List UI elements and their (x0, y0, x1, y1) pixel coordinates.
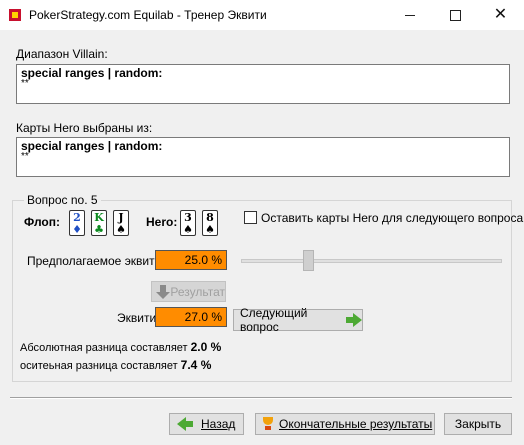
keep-hero-cards-label[interactable]: Оставить карты Hero для следующего вопро… (261, 211, 523, 225)
final-results-label: Окончательные результаты (279, 417, 433, 431)
window-title: PokerStrategy.com Equilab - Тренер Эквит… (29, 8, 267, 22)
hero-label: Hero: (146, 215, 178, 229)
villain-range-sub: ** (21, 78, 29, 89)
question-legend: Вопрос no. 5 (24, 193, 101, 207)
close-button-label: Закрыть (454, 417, 502, 431)
flop-card-2: K ♣ (91, 210, 107, 236)
flop-card-1: 2 ♦ (69, 210, 85, 236)
equity-label: Эквити: (117, 311, 160, 325)
absolute-difference-label: Абсолютная разница составляет (20, 342, 188, 354)
close-button[interactable]: Закрыть (444, 413, 512, 435)
next-question-label: Следующий вопрос (240, 306, 308, 334)
maximize-button[interactable] (433, 0, 478, 30)
relative-difference-value: 7.4 % (180, 358, 212, 372)
keep-hero-cards-checkbox[interactable] (244, 211, 257, 224)
next-question-button[interactable]: Следующий вопрос (233, 306, 363, 334)
spade-icon: ♠ (205, 223, 215, 236)
minimize-button[interactable] (387, 0, 432, 30)
final-results-button[interactable]: Окончательные результаты (255, 413, 435, 435)
hero-card-2: 8 ♠ (202, 210, 218, 236)
hero-range-sub: ** (21, 151, 29, 162)
relative-difference: оситеьная разница составляет 7.4 % (20, 358, 211, 372)
flop-card-3: J ♠ (113, 210, 129, 236)
trophy-icon (262, 417, 274, 431)
flop-label: Флоп: (24, 215, 60, 229)
estimated-equity-input[interactable]: 25.0 % (155, 250, 227, 270)
minimize-icon (404, 14, 415, 16)
app-icon (9, 9, 21, 21)
result-button-label: Результат (170, 284, 225, 299)
equity-slider-track[interactable] (241, 259, 502, 263)
maximize-icon (450, 9, 461, 21)
club-icon: ♣ (94, 223, 104, 236)
diamond-icon: ♦ (72, 223, 82, 236)
equity-result-field: 27.0 % (155, 307, 227, 327)
down-arrow-icon (156, 284, 170, 299)
hero-card-1: 3 ♠ (180, 210, 196, 236)
absolute-difference-value: 2.0 % (190, 340, 222, 354)
close-window-button[interactable]: ✕ (478, 0, 523, 30)
spade-icon: ♠ (116, 223, 126, 236)
arrow-left-icon (177, 417, 193, 431)
spade-icon: ♠ (183, 223, 193, 236)
title-bar: PokerStrategy.com Equilab - Тренер Эквит… (0, 0, 524, 30)
villain-range-field[interactable]: special ranges | random: ** (16, 64, 510, 104)
close-icon: ✕ (493, 6, 508, 23)
absolute-difference: Абсолютная разница составляет 2.0 % (20, 340, 221, 354)
arrow-right-icon (346, 313, 362, 327)
hero-range-text: special ranges | random: (21, 139, 163, 153)
result-button[interactable]: Результат (151, 281, 226, 302)
back-button[interactable]: Назад (169, 413, 244, 435)
hero-range-label: Карты Hero выбраны из: (16, 121, 153, 135)
relative-difference-label: оситеьная разница составляет (20, 360, 178, 372)
equity-slider-thumb[interactable] (303, 250, 314, 271)
hero-range-field[interactable]: special ranges | random: ** (16, 137, 510, 177)
villain-range-label: Диапазон Villain: (16, 47, 108, 61)
footer-separator (10, 397, 512, 399)
back-button-label: Назад (201, 417, 236, 431)
question-group (12, 200, 512, 382)
villain-range-text: special ranges | random: (21, 66, 163, 80)
estimated-equity-label: Предполагаемое эквити: (27, 254, 165, 268)
